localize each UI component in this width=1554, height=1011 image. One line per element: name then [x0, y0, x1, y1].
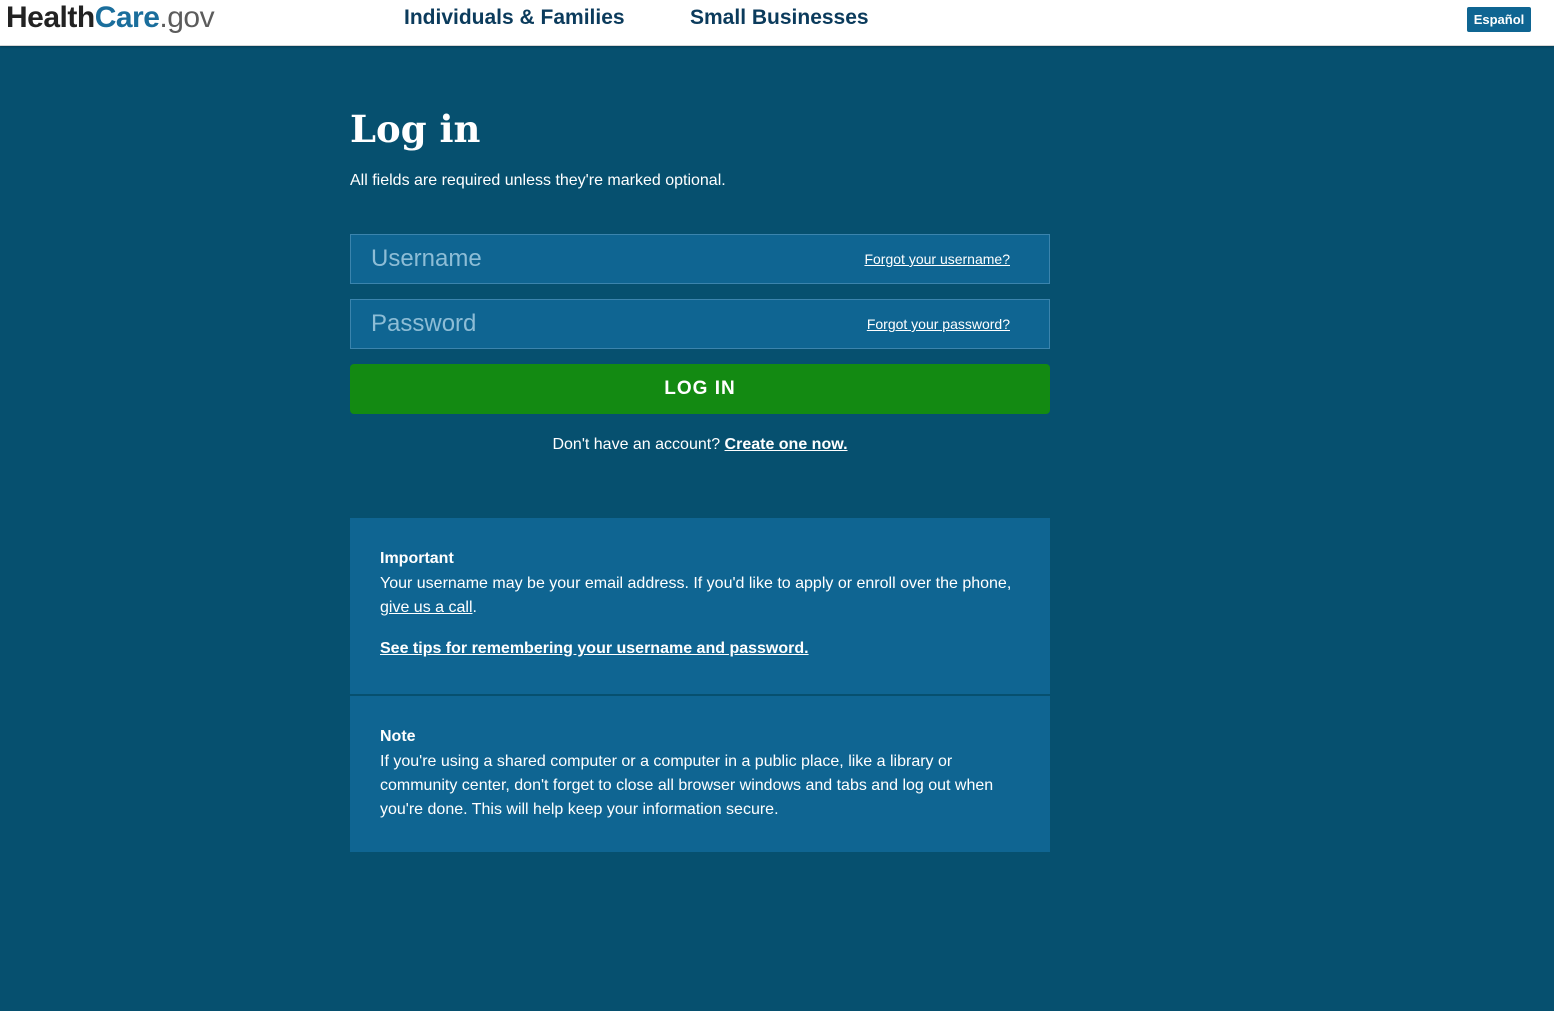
create-account-link[interactable]: Create one now. [725, 436, 848, 453]
note-heading: Note [380, 728, 416, 745]
username-input[interactable] [371, 241, 821, 277]
no-account-text: Don't have an account? [552, 436, 725, 453]
logo-health-text: Health [6, 1, 95, 34]
required-fields-note: All fields are required unless they're m… [350, 172, 726, 189]
important-text-after: . [472, 599, 477, 616]
give-us-a-call-link[interactable]: give us a call [380, 599, 473, 616]
espanol-language-button[interactable]: Español [1467, 7, 1531, 32]
password-field-container: Forgot your password? [350, 299, 1050, 349]
note-text: If you're using a shared computer or a c… [380, 753, 994, 818]
forgot-password-link[interactable]: Forgot your password? [867, 316, 1010, 332]
username-field-container: Forgot your username? [350, 234, 1050, 284]
important-heading: Important [380, 550, 454, 567]
important-text-before: Your username may be your email address.… [380, 575, 1012, 592]
forgot-username-link[interactable]: Forgot your username? [864, 251, 1010, 267]
logo-gov-text: .gov [159, 1, 215, 34]
nav-individuals-families[interactable]: Individuals & Families [404, 6, 625, 30]
username-password-tips-link[interactable]: See tips for remembering your username a… [380, 640, 809, 658]
create-account-line: Don't have an account? Create one now. [350, 436, 1050, 454]
logo-care-text: Care [94, 1, 160, 34]
password-input[interactable] [371, 306, 821, 342]
healthcare-gov-logo[interactable]: HealthCare.gov [6, 1, 215, 35]
top-navigation-bar: HealthCare.gov Individuals & Families Sm… [0, 0, 1554, 46]
login-button[interactable]: LOG IN [350, 364, 1050, 414]
important-panel: Important Your username may be your emai… [350, 518, 1050, 694]
note-panel: Note If you're using a shared computer o… [350, 696, 1050, 852]
nav-small-businesses[interactable]: Small Businesses [690, 6, 869, 30]
page-title: Log in [350, 107, 481, 151]
important-text: Your username may be your email address.… [380, 572, 1020, 620]
